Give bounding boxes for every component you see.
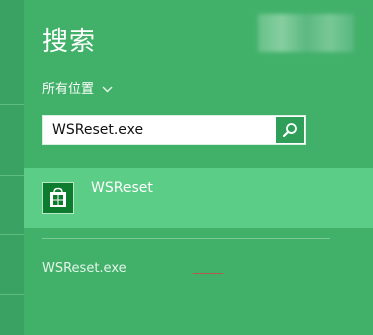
tile-divider <box>0 104 24 105</box>
tile-divider <box>0 234 24 235</box>
search-input[interactable] <box>43 116 284 144</box>
tile-divider <box>0 294 24 295</box>
result-label: WSReset <box>91 180 153 196</box>
search-box <box>42 115 306 145</box>
background-start-screen <box>0 0 24 335</box>
user-avatar-blurred <box>258 14 354 52</box>
scope-label: 所有位置 <box>42 82 95 97</box>
search-button[interactable] <box>276 117 304 143</box>
page-title: 搜索 <box>42 27 97 57</box>
search-suggestion[interactable]: WSReset.exe <box>42 259 127 279</box>
tile-divider <box>0 175 24 176</box>
store-tile-icon <box>42 182 74 214</box>
magnifier-icon <box>282 123 297 138</box>
scope-dropdown[interactable]: 所有位置 <box>42 80 113 100</box>
chevron-down-icon <box>102 80 113 100</box>
divider <box>42 238 330 239</box>
stray-mark <box>193 273 223 274</box>
search-result-item[interactable]: WSReset <box>24 168 373 228</box>
